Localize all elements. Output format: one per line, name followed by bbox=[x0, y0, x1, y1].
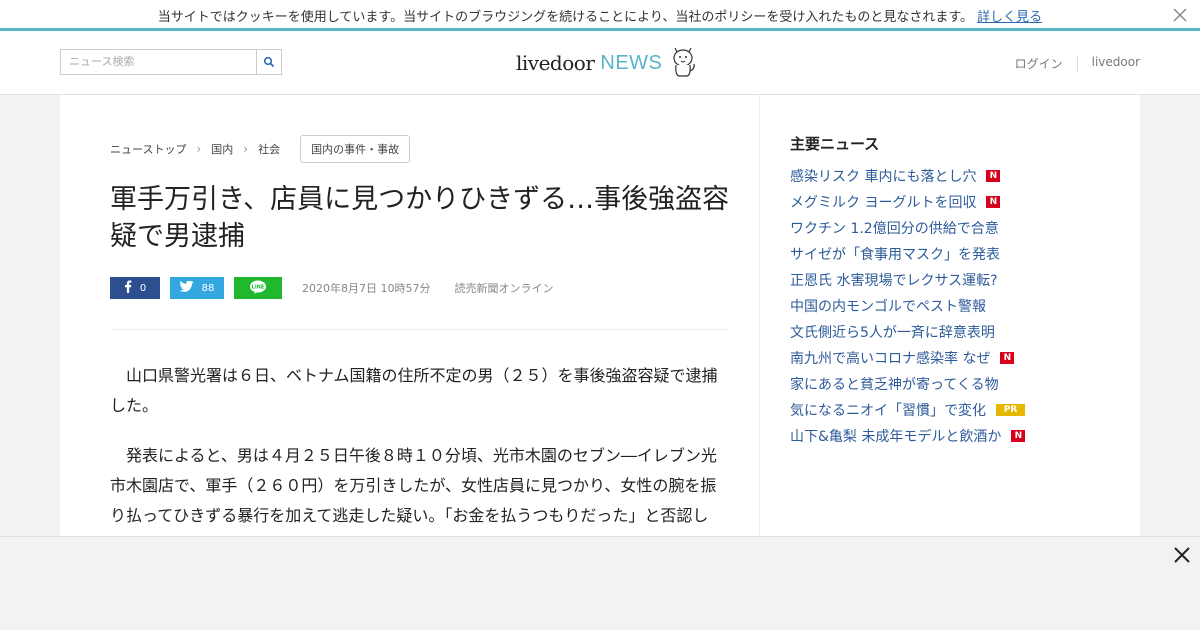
twitter-share-button[interactable]: 88 bbox=[170, 277, 224, 299]
news-list-item[interactable]: 南九州で高いコロナ感染率 なぜ N bbox=[790, 345, 1025, 371]
login-link[interactable]: ログイン bbox=[1001, 55, 1078, 72]
content-area: ニューストップ › 国内 › 社会 国内の事件・事故 軍手万引き、店員に見つかり… bbox=[60, 95, 1140, 536]
article-source[interactable]: 読売新聞オンライン bbox=[454, 280, 553, 296]
svg-text:LINE: LINE bbox=[252, 284, 265, 290]
new-badge: N bbox=[1000, 352, 1015, 364]
new-badge: N bbox=[986, 170, 1001, 182]
news-list-item[interactable]: ワクチン 1.2億回分の供給で合意 bbox=[790, 215, 1025, 241]
twitter-icon bbox=[179, 280, 194, 295]
news-list-item[interactable]: 家にあると貧乏神が寄ってくる物 bbox=[790, 371, 1025, 397]
top-news-list: 感染リスク 車内にも落とし穴 N メグミルク ヨーグルトを回収 N ワクチン 1.2億回… bbox=[790, 163, 1026, 449]
cookie-banner: 当サイトではクッキーを使用しています。当サイトのブラウジングを続けることにより、… bbox=[0, 0, 1200, 31]
search-button[interactable] bbox=[257, 50, 281, 74]
news-headline: 文氏側近ら5人が一斉に辞意表明 bbox=[790, 325, 995, 341]
cookie-message: 当サイトではクッキーを使用しています。当サイトのブラウジングを続けることにより、… bbox=[0, 6, 1200, 25]
site-logo[interactable]: livedoor NEWS bbox=[516, 43, 696, 83]
sidebar-title: 主要ニュース bbox=[790, 135, 880, 153]
news-list-item[interactable]: 山下&亀梨 未成年モデルと飲酒か N bbox=[790, 423, 1026, 449]
new-badge: N bbox=[986, 196, 1001, 208]
close-icon[interactable] bbox=[1170, 5, 1190, 25]
pr-badge: PR bbox=[996, 404, 1025, 416]
news-list-item[interactable]: 感染リスク 車内にも落とし穴 N bbox=[790, 163, 1025, 189]
share-bar: 0 88 LINE 2020年8月7日 10時57分 読売新聞オンライン bbox=[110, 277, 553, 299]
news-list-item[interactable]: 正恩氏 水害現場でレクサス運転? bbox=[790, 267, 1025, 293]
category-tag[interactable]: 国内の事件・事故 bbox=[300, 135, 411, 163]
cookie-text: 当サイトではクッキーを使用しています。当サイトのブラウジングを続けることにより、… bbox=[157, 10, 974, 25]
news-list-item[interactable]: サイゼが「食事用マスク」を発表 bbox=[790, 241, 1025, 267]
divider bbox=[110, 329, 730, 330]
news-headline: 正恩氏 水害現場でレクサス運転? bbox=[790, 273, 998, 289]
news-headline: メグミルク ヨーグルトを回収 bbox=[790, 195, 977, 211]
news-list-item[interactable]: 中国の内モンゴルでペスト警報 bbox=[790, 293, 1025, 319]
logo-livedoor: livedoor bbox=[516, 51, 595, 75]
logo-news: NEWS bbox=[600, 51, 663, 74]
news-headline: 山下&亀梨 未成年モデルと飲酒か bbox=[790, 429, 1002, 445]
breadcrumb-item-top[interactable]: ニューストップ bbox=[110, 141, 186, 157]
news-headline: サイゼが「食事用マスク」を発表 bbox=[790, 247, 1000, 263]
breadcrumb-item-domestic[interactable]: 国内 bbox=[211, 141, 233, 157]
article-paragraph: 発表によると、男は４月２５日午後８時１０分頃、光市木園のセブン―イレブン光市木園… bbox=[110, 446, 717, 525]
site-header: ニュース検索 livedoor NEWS ログイン livedoor bbox=[0, 31, 1200, 95]
search-icon bbox=[263, 53, 275, 72]
facebook-share-button[interactable]: 0 bbox=[110, 277, 160, 299]
facebook-count: 0 bbox=[139, 282, 147, 294]
close-icon[interactable] bbox=[1172, 545, 1192, 565]
news-list-item[interactable]: 気になるニオイ「習慣」で変化 PR bbox=[790, 397, 1025, 423]
news-headline: ワクチン 1.2億回分の供給で合意 bbox=[790, 221, 999, 237]
breadcrumb: ニューストップ › 国内 › 社会 国内の事件・事故 bbox=[110, 135, 411, 163]
news-headline: 中国の内モンゴルでペスト警報 bbox=[790, 299, 986, 315]
chevron-right-icon: › bbox=[243, 142, 249, 156]
chevron-right-icon: › bbox=[196, 142, 202, 156]
news-headline: 家にあると貧乏神が寄ってくる物 bbox=[790, 377, 999, 393]
article-date: 2020年8月7日 10時57分 bbox=[302, 282, 431, 295]
news-headline: 気になるニオイ「習慣」で変化 bbox=[790, 403, 986, 419]
ad-overlay bbox=[0, 536, 1200, 630]
line-share-button[interactable]: LINE bbox=[234, 277, 282, 299]
livedoor-link[interactable]: livedoor bbox=[1078, 55, 1140, 72]
news-headline: 南九州で高いコロナ感染率 なぜ bbox=[790, 351, 991, 367]
cookie-details-link[interactable]: 詳しく見る bbox=[977, 10, 1042, 25]
facebook-icon bbox=[124, 280, 132, 296]
article-body: 山口県警光署は６日、ベトナム国籍の住所不定の男（２５）を事後強盗容疑で逮捕した。… bbox=[110, 361, 730, 551]
header-nav: ログイン livedoor bbox=[1001, 55, 1140, 72]
article-main: ニューストップ › 国内 › 社会 国内の事件・事故 軍手万引き、店員に見つかり… bbox=[60, 95, 760, 536]
article-title: 軍手万引き、店員に見つかりひきずる…事後強盗容疑で男逮捕 bbox=[110, 184, 730, 252]
dog-mascot-icon bbox=[670, 43, 696, 83]
search-box: ニュース検索 bbox=[60, 49, 282, 75]
news-list-item[interactable]: メグミルク ヨーグルトを回収 N bbox=[790, 189, 1025, 215]
new-badge: N bbox=[1011, 430, 1026, 442]
breadcrumb-item-society[interactable]: 社会 bbox=[258, 141, 280, 157]
line-icon: LINE bbox=[249, 280, 267, 297]
search-input[interactable]: ニュース検索 bbox=[61, 50, 257, 74]
article-paragraph: 山口県警光署は６日、ベトナム国籍の住所不定の男（２５）を事後強盗容疑で逮捕した。 bbox=[110, 366, 718, 415]
twitter-count: 88 bbox=[201, 282, 215, 294]
news-headline: 感染リスク 車内にも落とし穴 bbox=[790, 169, 977, 185]
news-list-item[interactable]: 文氏側近ら5人が一斉に辞意表明 bbox=[790, 319, 1025, 345]
